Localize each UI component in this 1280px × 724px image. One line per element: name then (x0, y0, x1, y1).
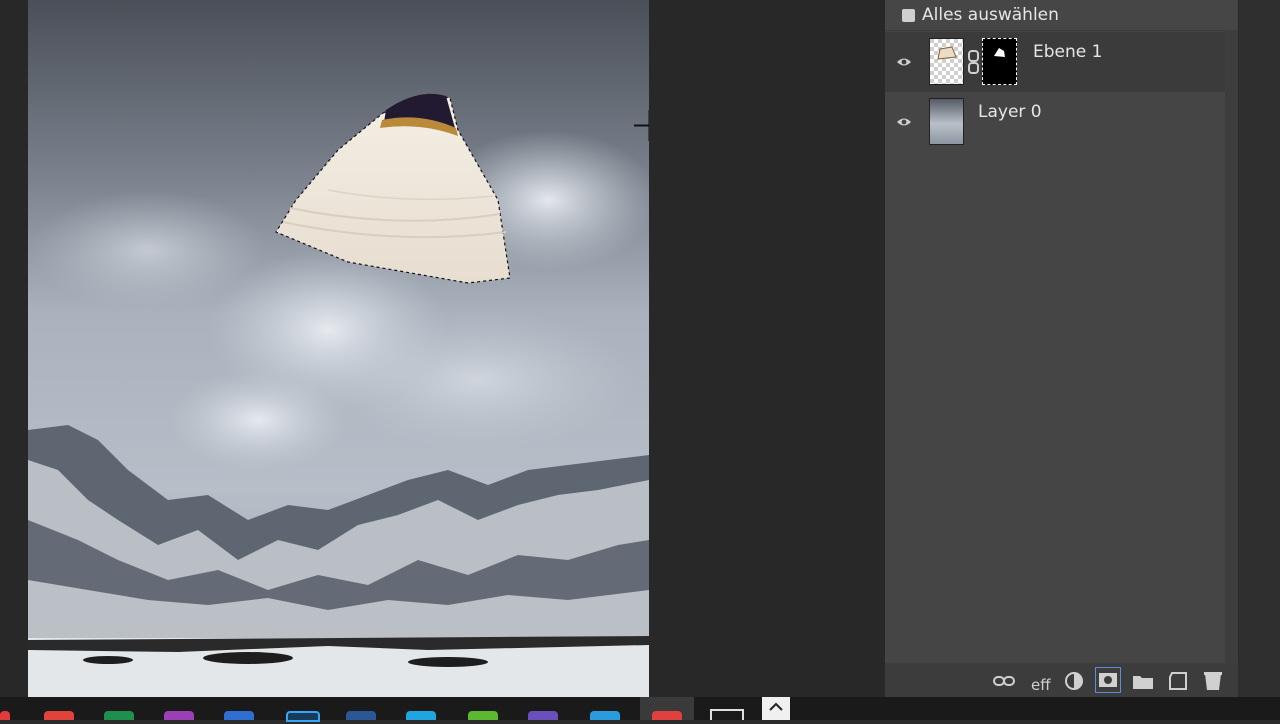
taskbar-onenote-icon[interactable] (164, 711, 194, 720)
layer-name[interactable]: Ebene 1 (1033, 42, 1102, 62)
eye-icon[interactable] (896, 56, 912, 68)
taskbar-app-icon[interactable] (0, 711, 10, 720)
layers-panel-footer: eff (885, 663, 1238, 697)
effects-button[interactable]: eff (1031, 676, 1051, 694)
taskbar-skype-icon[interactable] (406, 711, 436, 720)
taskbar-app-icon[interactable] (528, 711, 558, 720)
eye-icon[interactable] (896, 116, 912, 128)
mask-button[interactable] (1095, 667, 1121, 693)
folder-icon[interactable] (1131, 671, 1155, 691)
lamp-thumbnail-icon (937, 46, 957, 60)
half-circle-icon[interactable] (1062, 671, 1086, 691)
layer-name[interactable]: Layer 0 (978, 102, 1042, 122)
canvas-image (28, 0, 649, 697)
taskbar-app-icon (652, 711, 682, 720)
chevron-up-icon (769, 702, 783, 711)
chain-link-icon[interactable] (967, 50, 981, 74)
taskbar-app-icon[interactable] (224, 711, 254, 720)
canvas-workspace[interactable] (0, 0, 885, 697)
taskbar-ie-icon[interactable] (590, 711, 620, 720)
layer-thumbnail[interactable] (929, 38, 964, 85)
layer-row-layer-0[interactable]: Layer 0 (885, 92, 1225, 152)
taskbar-active-app[interactable] (640, 697, 694, 720)
taskbar-excel-icon[interactable] (104, 711, 134, 720)
trash-icon[interactable] (1201, 671, 1225, 691)
taskbar-app-icon[interactable] (468, 711, 498, 720)
taskbar-word-icon[interactable] (346, 711, 376, 720)
taskbar (0, 697, 1280, 722)
layers-list: Alles auswählen Ebene 1 Layer 0 (885, 0, 1239, 663)
layer-thumbnail[interactable] (929, 98, 964, 145)
layers-panel: Alles auswählen Ebene 1 Layer 0 eff (885, 0, 1280, 697)
layer-mask-thumbnail[interactable] (982, 38, 1017, 85)
mask-shape-icon (994, 48, 1005, 57)
layers-scrollbar[interactable] (1225, 30, 1238, 663)
select-all-checkbox[interactable] (902, 8, 915, 22)
taskbar-tray-expand-button[interactable] (762, 697, 790, 720)
crosshair-cursor-icon (634, 110, 649, 141)
taskbar-chrome-icon[interactable] (44, 711, 74, 720)
select-all-label: Alles auswählen (922, 5, 1059, 25)
link-icon[interactable] (992, 671, 1016, 691)
select-all-row[interactable]: Alles auswählen (885, 0, 1238, 31)
taskbar-window-icon[interactable] (710, 709, 744, 720)
taskbar-photoshop-icon[interactable] (286, 711, 320, 722)
mask-icon (1099, 673, 1117, 687)
layer-row-ebene-1[interactable]: Ebene 1 (885, 32, 1225, 92)
document-canvas[interactable] (28, 0, 649, 697)
new-layer-icon[interactable] (1166, 671, 1190, 691)
